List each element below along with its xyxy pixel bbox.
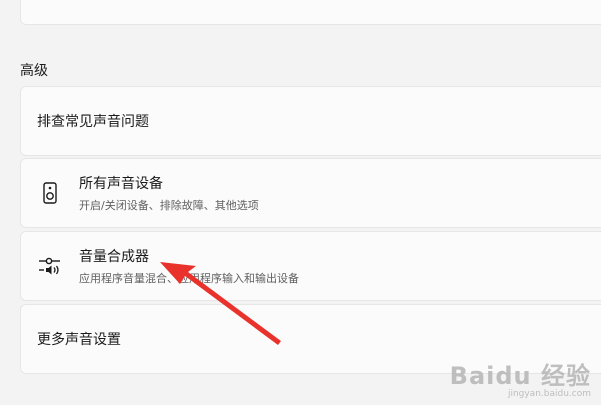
all-sound-devices-row[interactable]: 所有声音设备 开启/关闭设备、排除故障、其他选项 <box>20 158 601 228</box>
section-title-advanced: 高级 <box>20 63 48 79</box>
volume-mixer-icon <box>21 256 79 276</box>
baidu-jingyan-watermark: Baidu 经验 jingyan.baidu.com <box>450 356 591 399</box>
troubleshoot-sound-label: 排查常见声音问题 <box>37 114 149 130</box>
volume-mixer-description: 应用程序音量混合、应用程序输入和输出设备 <box>79 272 299 285</box>
volume-mixer-label: 音量合成器 <box>79 249 149 265</box>
volume-mixer-row[interactable]: 音量合成器 应用程序音量混合、应用程序输入和输出设备 <box>20 231 601 301</box>
previous-settings-card <box>20 0 601 25</box>
troubleshoot-sound-row[interactable]: 排查常见声音问题 <box>20 86 601 156</box>
speaker-device-icon <box>21 182 79 204</box>
more-sound-settings-label: 更多声音设置 <box>37 332 121 348</box>
watermark-brand: Baidu 经验 <box>449 362 591 390</box>
all-sound-devices-label: 所有声音设备 <box>79 176 163 192</box>
all-sound-devices-description: 开启/关闭设备、排除故障、其他选项 <box>79 199 259 212</box>
